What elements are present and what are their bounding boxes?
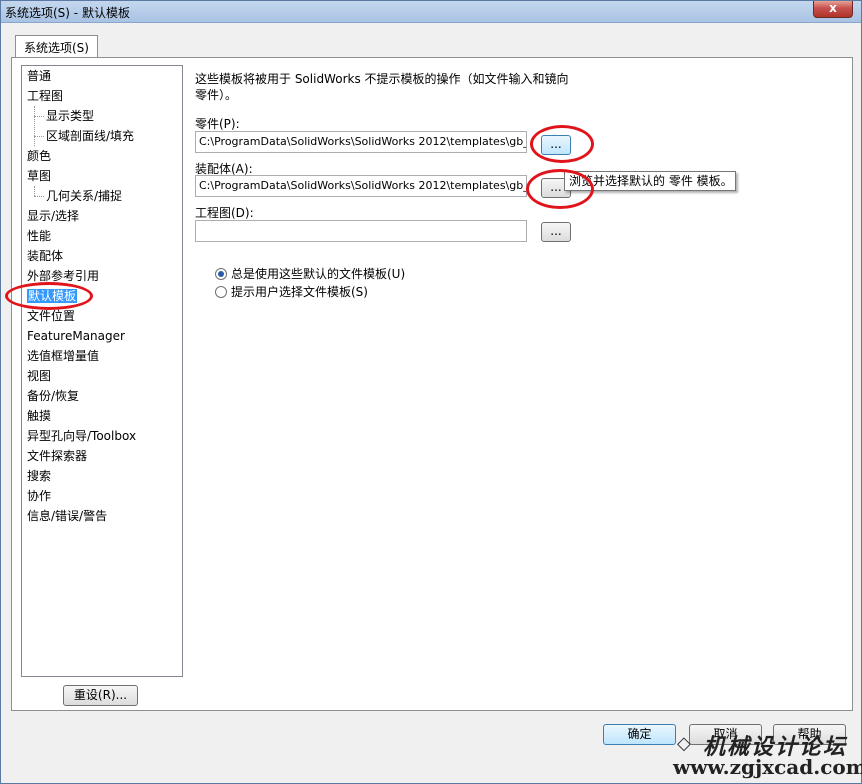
tree-item-file-explorer[interactable]: 文件探索器 xyxy=(27,447,87,465)
ok-button[interactable]: 确定 xyxy=(603,724,676,745)
tree-connector xyxy=(34,186,35,196)
tree-item-general[interactable]: 普通 xyxy=(27,67,51,85)
tree-item-assemblies[interactable]: 装配体 xyxy=(27,247,63,265)
radio-checked-icon xyxy=(215,268,227,280)
tree-item-sketch[interactable]: 草图 xyxy=(27,167,51,185)
description-text: 这些模板将被用于 SolidWorks 不提示模板的操作（如文件输入和镜向零件）… xyxy=(195,72,569,102)
assembly-template-field[interactable]: C:\ProgramData\SolidWorks\SolidWorks 201… xyxy=(195,175,527,197)
part-template-field[interactable]: C:\ProgramData\SolidWorks\SolidWorks 201… xyxy=(195,131,527,153)
tree-item-touch[interactable]: 触摸 xyxy=(27,407,51,425)
tree-item-hole-wizard-toolbox[interactable]: 异型孔向导/Toolbox xyxy=(27,427,136,445)
annotation-oval xyxy=(526,169,594,209)
tree-connector xyxy=(34,196,44,197)
tree-item-performance[interactable]: 性能 xyxy=(27,227,51,245)
watermark-url: www.zgjxcad.com xyxy=(673,755,862,779)
tree-item-collaboration[interactable]: 协作 xyxy=(27,487,51,505)
watermark-logo-icon: ◇ xyxy=(677,733,691,754)
tree-item-display-selection[interactable]: 显示/选择 xyxy=(27,207,79,225)
tree-connector xyxy=(34,106,35,146)
browse-drawing-button[interactable]: ... xyxy=(541,222,571,242)
window-title: 系统选项(S) - 默认模板 xyxy=(5,6,130,20)
close-button[interactable]: x xyxy=(813,1,853,18)
tree-item-display-type[interactable]: 显示类型 xyxy=(46,107,94,125)
tree-item-view[interactable]: 视图 xyxy=(27,367,51,385)
options-tree[interactable]: 普通 工程图 显示类型 区域剖面线/填充 颜色 草图 几何关系/捕捉 显示/选择… xyxy=(21,65,183,677)
drawing-template-field[interactable] xyxy=(195,220,527,242)
options-dialog: 系统选项(S) - 默认模板 x 系统选项(S) 普通 工程图 显示类型 区域剖… xyxy=(0,0,862,784)
tree-item-drawings[interactable]: 工程图 xyxy=(27,87,63,105)
annotation-oval xyxy=(530,125,594,163)
title-bar: 系统选项(S) - 默认模板 x xyxy=(1,1,861,23)
tree-connector xyxy=(34,136,44,137)
tree-item-featuremanager[interactable]: FeatureManager xyxy=(27,327,125,345)
tree-item-area-hatch[interactable]: 区域剖面线/填充 xyxy=(46,127,134,145)
tree-item-search[interactable]: 搜索 xyxy=(27,467,51,485)
tree-item-backup-recover[interactable]: 备份/恢复 xyxy=(27,387,79,405)
reset-button[interactable]: 重设(R)... xyxy=(63,685,138,706)
tree-item-spin-increments[interactable]: 选值框增量值 xyxy=(27,347,99,365)
drawing-label: 工程图(D): xyxy=(195,206,254,220)
radio-prompt-user[interactable]: 提示用户选择文件模板(S) xyxy=(215,283,368,299)
tree-connector xyxy=(34,116,44,117)
watermark: ◇ 机械设计论坛 www.zgjxcad.com xyxy=(673,727,862,784)
radio-always-use-defaults[interactable]: 总是使用这些默认的文件模板(U) xyxy=(215,265,405,281)
radio-unchecked-icon xyxy=(215,286,227,298)
tab-system-options[interactable]: 系统选项(S) xyxy=(15,35,98,58)
tree-item-relations-snaps[interactable]: 几何关系/捕捉 xyxy=(46,187,122,205)
tree-item-colors[interactable]: 颜色 xyxy=(27,147,51,165)
part-label: 零件(P): xyxy=(195,117,240,131)
tree-item-messages-errors-warnings[interactable]: 信息/错误/警告 xyxy=(27,507,107,525)
annotation-oval xyxy=(5,282,93,310)
